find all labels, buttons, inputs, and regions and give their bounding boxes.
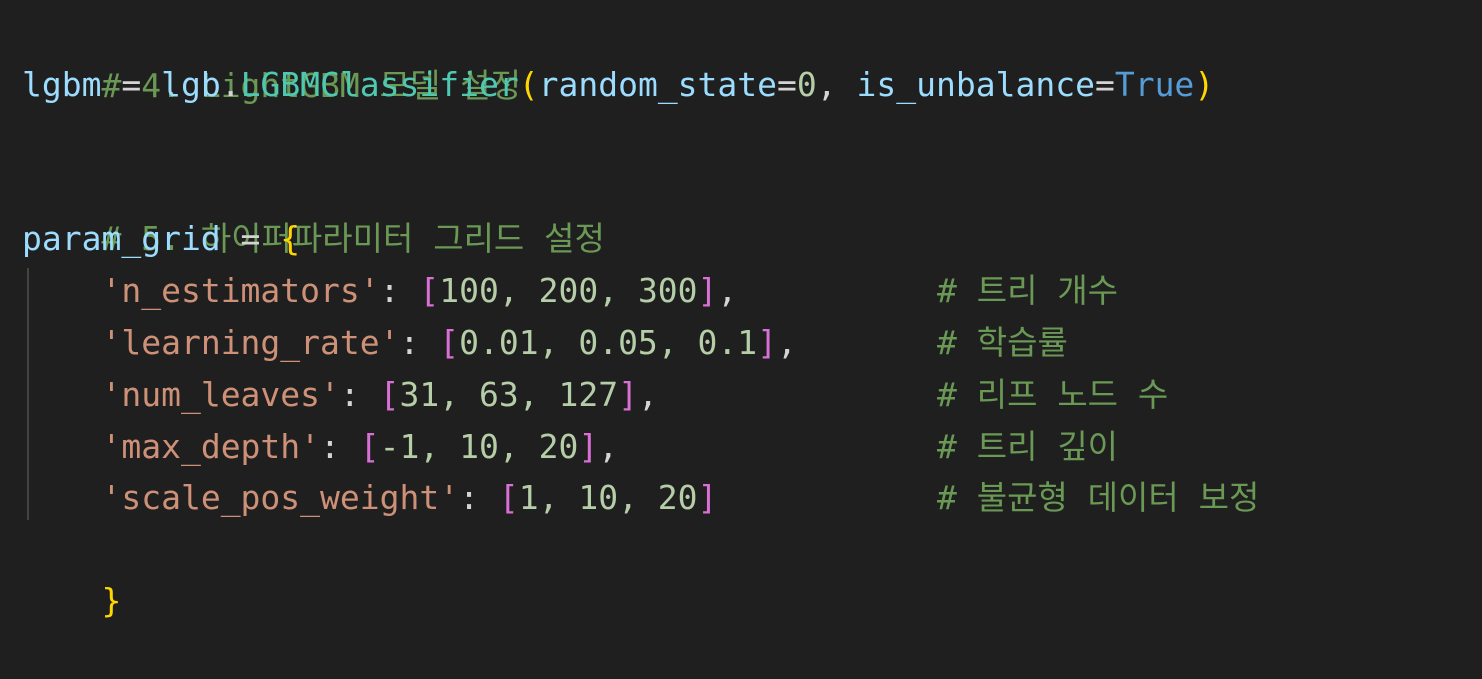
class-name: LGBMClassifier bbox=[240, 65, 519, 104]
close-bracket: ] bbox=[757, 323, 778, 362]
assign-operator: = bbox=[220, 219, 281, 258]
arg-name: is_unbalance bbox=[856, 65, 1095, 104]
colon: : bbox=[320, 427, 360, 466]
dict-entry: 'max_depth': [-1, 10, 20], bbox=[22, 421, 618, 473]
variable-name: lgbm bbox=[22, 65, 102, 104]
close-bracket: ] bbox=[697, 271, 718, 310]
code-line-11: } bbox=[22, 523, 121, 620]
list-values: 0.01, 0.05, 0.1 bbox=[459, 323, 758, 362]
close-bracket: ] bbox=[697, 478, 718, 517]
list-values: 31, 63, 127 bbox=[399, 375, 619, 414]
open-brace: { bbox=[280, 219, 301, 258]
dict-key: 'num_leaves' bbox=[101, 375, 340, 414]
inline-comment: # 리프 노드 수 bbox=[937, 375, 1169, 414]
dict-key: 'n_estimators' bbox=[101, 271, 380, 310]
open-bracket: [ bbox=[498, 478, 519, 517]
module-name: lgb bbox=[161, 65, 221, 104]
inline-comment: # 학습률 bbox=[937, 323, 1068, 362]
equals: = bbox=[777, 65, 797, 104]
equals: = bbox=[1094, 65, 1115, 104]
variable-name: param_grid bbox=[22, 219, 221, 258]
close-bracket: ] bbox=[618, 375, 638, 414]
dict-key: 'max_depth' bbox=[101, 427, 321, 466]
dict-key: 'scale_pos_weight' bbox=[101, 478, 460, 517]
open-paren: ( bbox=[518, 65, 539, 104]
trailing-comma: , bbox=[598, 427, 619, 466]
colon: : bbox=[399, 323, 440, 362]
code-line-4: # 5. 하이퍼파라미터 그리드 설정 bbox=[22, 161, 604, 258]
code-line-1: # 4. LightGBM 모델 설정 bbox=[22, 8, 520, 105]
open-bracket: [ bbox=[439, 323, 460, 362]
list-values: -1, 10, 20 bbox=[379, 427, 579, 466]
assign-operator: = bbox=[101, 65, 162, 104]
dict-entry: 'num_leaves': [31, 63, 127], bbox=[22, 369, 658, 421]
trailing-comma: , bbox=[777, 323, 797, 362]
dict-key: 'learning_rate' bbox=[101, 323, 400, 362]
dot-operator: . bbox=[220, 65, 241, 104]
arg-value: True bbox=[1114, 65, 1195, 104]
list-values: 1, 10, 20 bbox=[518, 478, 698, 517]
code-line-5: param_grid = { bbox=[22, 213, 300, 265]
open-bracket: [ bbox=[359, 427, 380, 466]
open-bracket: [ bbox=[379, 375, 400, 414]
colon: : bbox=[379, 271, 420, 310]
open-bracket: [ bbox=[419, 271, 440, 310]
arg-value: 0 bbox=[796, 65, 817, 104]
trailing-comma: , bbox=[717, 271, 738, 310]
dict-entry: 'n_estimators': [100, 200, 300], bbox=[22, 265, 737, 317]
dict-entry: 'learning_rate': [0.01, 0.05, 0.1], bbox=[22, 317, 797, 369]
trailing-comma: , bbox=[637, 375, 658, 414]
inline-comment: # 트리 깊이 bbox=[937, 427, 1119, 466]
colon: : bbox=[459, 478, 499, 517]
inline-comment: # 트리 개수 bbox=[937, 271, 1119, 310]
inline-comment: # 불균형 데이터 보정 bbox=[937, 478, 1260, 517]
close-bracket: ] bbox=[578, 427, 599, 466]
close-paren: ) bbox=[1194, 65, 1215, 104]
close-brace: } bbox=[101, 581, 122, 620]
code-editor[interactable]: # 4. LightGBM 모델 설정 lgbm = lgb.LGBMClass… bbox=[0, 0, 1482, 620]
comma: , bbox=[816, 65, 857, 104]
code-line-2: lgbm = lgb.LGBMClassifier(random_state=0… bbox=[22, 59, 1214, 111]
dict-entry: 'scale_pos_weight': [1, 10, 20] bbox=[22, 472, 717, 524]
colon: : bbox=[339, 375, 380, 414]
list-values: 100, 200, 300 bbox=[439, 271, 698, 310]
arg-name: random_state bbox=[538, 65, 778, 104]
